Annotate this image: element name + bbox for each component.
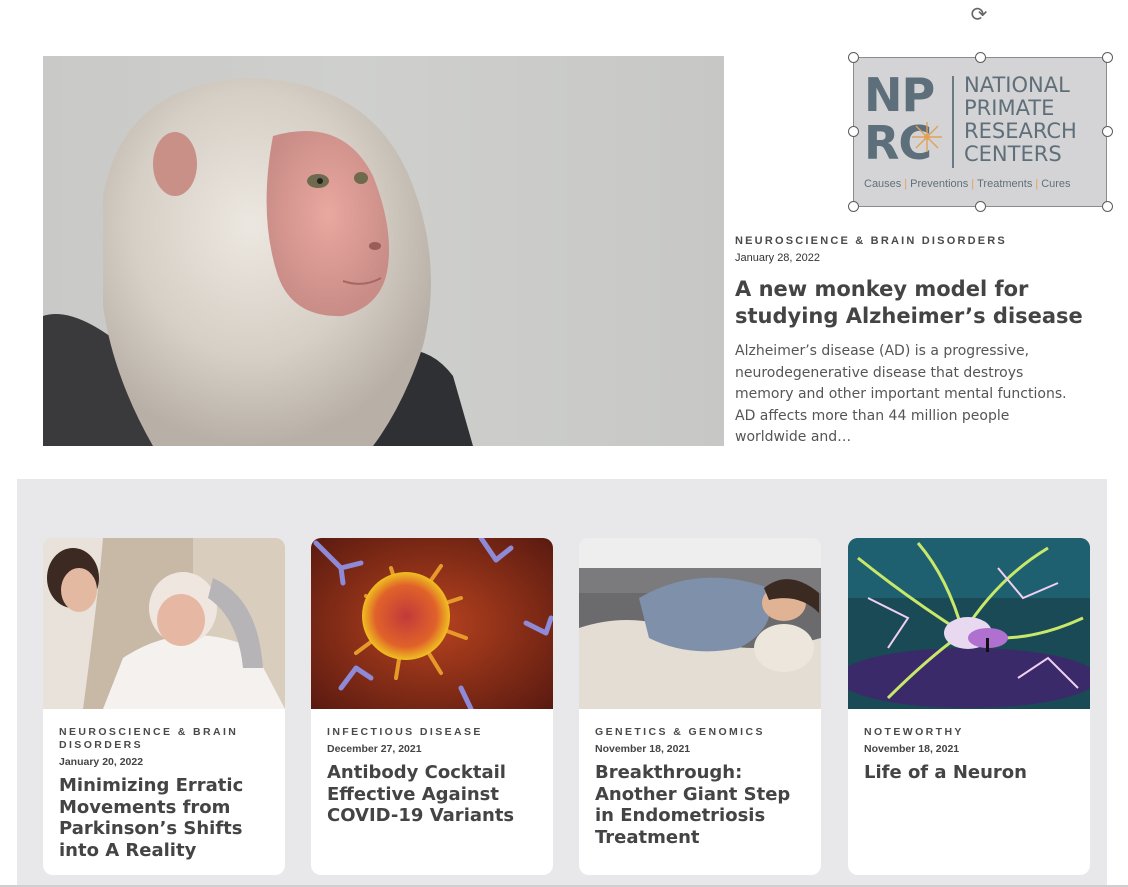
card-category[interactable]: NEUROSCIENCE & BRAIN DISORDERS [59,726,269,752]
resize-handle-bottom[interactable] [975,201,986,212]
card-category[interactable]: INFECTIOUS DISEASE [327,726,537,739]
article-card[interactable]: INFECTIOUS DISEASE December 27, 2021 Ant… [311,538,553,875]
card-image-woman-on-couch[interactable] [579,538,821,709]
logo-divider [952,76,954,168]
resize-handle-top[interactable] [975,52,986,63]
logo-initials-top: NP [864,68,935,122]
resize-handle-right[interactable] [1102,126,1113,137]
feature-excerpt: Alzheimer’s disease (AD) is a progressiv… [735,343,1067,445]
rotate-icon[interactable]: ⟳ [968,4,990,26]
article-card[interactable]: GENETICS & GENOMICS November 18, 2021 Br… [579,538,821,875]
card-image-neuron[interactable] [848,538,1090,709]
card-date: December 27, 2021 [327,743,422,755]
card-title[interactable]: Life of a Neuron [864,762,1074,784]
resize-handle-top-right[interactable] [1102,52,1113,63]
logo-star-icon [912,122,942,152]
logo-tagline: Causes | Preventions | Treatments | Cures [864,178,1071,190]
feature-image-monkey[interactable] [43,56,724,446]
article-card[interactable]: NOTEWORTHY November 18, 2021 Life of a N… [848,538,1090,875]
article-card[interactable]: NEUROSCIENCE & BRAIN DISORDERS January 2… [43,538,285,875]
card-title[interactable]: Minimizing Erratic Movements from Parkin… [59,775,269,861]
resize-handle-bottom-right[interactable] [1102,201,1113,212]
card-category[interactable]: GENETICS & GENOMICS [595,726,805,739]
card-image-caregiver[interactable] [43,538,285,709]
feature-date: January 28, 2022 [735,252,821,264]
card-image-virus[interactable] [311,538,553,709]
card-title[interactable]: Antibody Cocktail Effective Against COVI… [327,762,537,827]
feature-category[interactable]: NEUROSCIENCE & BRAIN DISORDERS [735,235,1085,247]
card-date: January 20, 2022 [59,756,144,768]
resize-handle-left[interactable] [848,126,859,137]
feature-article: NEUROSCIENCE & BRAIN DISORDERS January 2… [735,235,1085,449]
feature-title[interactable]: A new monkey model for studying Alzheime… [735,276,1085,330]
card-category[interactable]: NOTEWORTHY [864,726,1074,739]
resize-handle-bottom-left[interactable] [848,201,859,212]
card-date: November 18, 2021 [595,743,691,755]
nprc-logo[interactable]: NP RC NATIONAL PRIMATE RESEARCH CENTERS … [853,57,1107,207]
resize-handle-top-left[interactable] [848,52,859,63]
card-date: November 18, 2021 [864,743,960,755]
card-title[interactable]: Breakthrough: Another Giant Step in Endo… [595,762,805,848]
logo-name: NATIONAL PRIMATE RESEARCH CENTERS [964,73,1077,166]
